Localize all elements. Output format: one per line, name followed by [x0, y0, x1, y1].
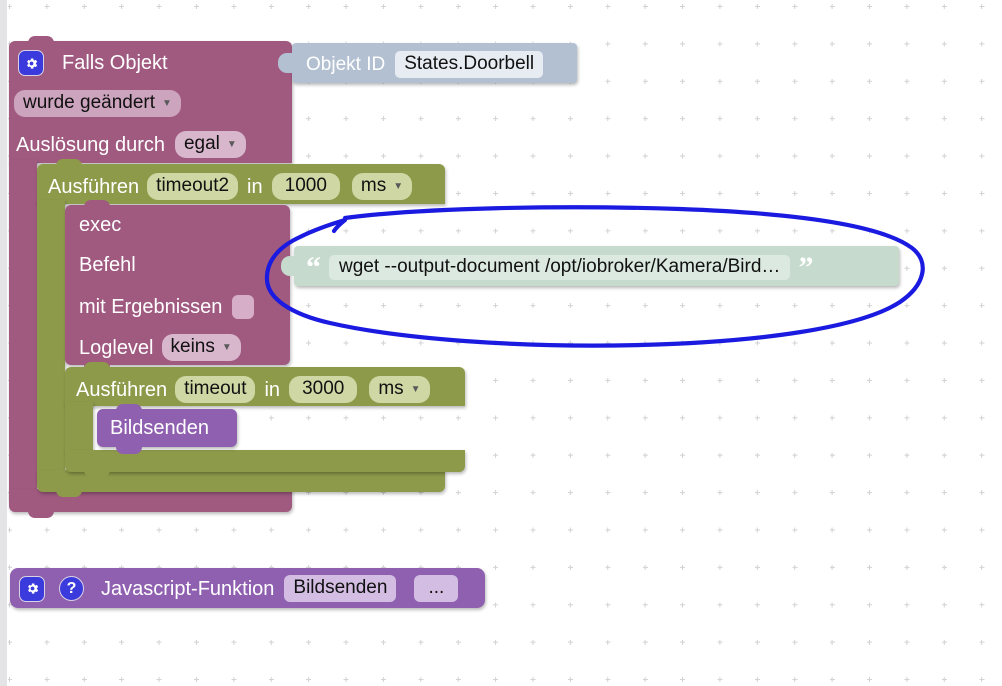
change-mode-dropdown[interactable]: wurde geändert ▼: [14, 90, 181, 117]
quote-close-icon: ”: [798, 250, 814, 284]
trigger-by-value: egal: [183, 133, 220, 154]
timeout-outer-name-field[interactable]: timeout2: [147, 173, 239, 200]
command-text-row: “ wget --output-document /opt/iobroker/K…: [306, 250, 814, 284]
timeout-outer-left-spine: [37, 200, 65, 480]
trigger-block-title-row: Falls Objekt: [18, 50, 168, 76]
exec-with-results-checkbox[interactable]: [232, 295, 255, 319]
call-function-bottom-notch: [116, 445, 142, 454]
javascript-function-label: Javascript-Funktion: [101, 577, 275, 600]
timeout-outer-unit-value: ms: [360, 175, 387, 196]
chevron-down-icon: ▼: [162, 97, 172, 109]
timeout-inner-name-field[interactable]: timeout: [175, 376, 256, 403]
gear-icon[interactable]: [18, 50, 44, 76]
object-id-value-block[interactable]: Objekt ID States.Doorbell: [292, 43, 577, 83]
timeout-inner-bottom-notch: [84, 468, 110, 477]
timeout-inner-delay-field[interactable]: 3000: [289, 376, 358, 403]
timeout-outer-in-label: in: [247, 175, 263, 198]
chevron-down-icon: ▼: [393, 180, 404, 192]
command-text-field[interactable]: wget --output-document /opt/iobroker/Kam…: [329, 255, 791, 280]
trigger-by-dropdown[interactable]: egal ▼: [174, 131, 246, 158]
javascript-function-more-button[interactable]: ...: [414, 575, 459, 602]
exec-title-row: exec: [79, 215, 121, 235]
timeout-inner-unit-dropdown[interactable]: ms ▼: [369, 376, 430, 403]
javascript-function-row: ? Javascript-Funktion Bildsenden ...: [19, 575, 459, 602]
timeout-outer-label: Ausführen: [48, 175, 140, 198]
exec-loglevel-value: keins: [170, 336, 215, 357]
exec-command-label: Befehl: [79, 254, 136, 276]
exec-command-row: Befehl: [79, 255, 136, 275]
timeout-inner-left-spine: [65, 402, 93, 452]
blockly-workspace[interactable]: Falls Objekt Objekt ID States.Doorbell w…: [0, 0, 1002, 686]
timeout-inner-in-label: in: [264, 378, 281, 401]
object-id-label: Objekt ID: [306, 53, 386, 75]
trigger-block-title: Falls Objekt: [62, 52, 168, 74]
trigger-by-label: Auslösung durch: [16, 133, 165, 156]
timeout-outer-top-notch: [56, 159, 82, 169]
call-function-top-notch: [116, 404, 142, 414]
timeout-inner-label: Ausführen: [76, 378, 168, 401]
help-icon[interactable]: ?: [59, 576, 84, 601]
object-id-puzzle-tab: [278, 53, 294, 73]
chevron-down-icon: ▼: [226, 138, 237, 150]
exec-with-results-row: mit Ergebnissen: [79, 295, 255, 319]
change-mode-value: wurde geändert: [23, 92, 156, 113]
call-function-row: Bildsenden: [110, 418, 209, 438]
exec-with-results-label: mit Ergebnissen: [79, 296, 223, 318]
chevron-down-icon: ▼: [410, 383, 421, 395]
chevron-down-icon: ▼: [221, 341, 232, 353]
exec-title: exec: [79, 214, 122, 236]
timeout-outer-row: Ausführen timeout2 in 1000 ms ▼: [48, 173, 413, 200]
quote-open-icon: “: [306, 250, 321, 284]
exec-block-top-notch: [84, 200, 110, 210]
gear-icon[interactable]: [19, 575, 45, 602]
timeout-outer-delay-field[interactable]: 1000: [271, 173, 340, 200]
command-text-block[interactable]: “ wget --output-document /opt/iobroker/K…: [294, 246, 899, 286]
timeout-inner-top-notch: [84, 362, 110, 372]
command-text-puzzle-tab: [281, 256, 297, 276]
javascript-function-name-field[interactable]: Bildsenden: [284, 575, 397, 602]
workspace-left-edge: [7, 0, 8, 686]
workspace-left-gutter: [0, 0, 7, 686]
exec-loglevel-label: Loglevel: [79, 336, 154, 359]
object-id-field[interactable]: States.Doorbell: [395, 51, 544, 78]
exec-loglevel-row: Loglevel keins ▼: [79, 334, 241, 361]
call-function-label: Bildsenden: [110, 417, 209, 439]
trigger-by-row: Auslösung durch egal ▼: [16, 131, 246, 158]
trigger-block-left-spine: [9, 160, 37, 500]
timeout-outer-bottom-notch: [56, 488, 82, 497]
timeout-inner-row: Ausführen timeout in 3000 ms ▼: [76, 376, 430, 403]
trigger-block-bottom-notch: [28, 508, 54, 518]
object-id-row: Objekt ID States.Doorbell: [306, 51, 544, 78]
timeout-inner-unit-value: ms: [378, 378, 404, 399]
timeout-outer-unit-dropdown[interactable]: ms ▼: [351, 173, 413, 200]
exec-loglevel-dropdown[interactable]: keins ▼: [161, 334, 241, 361]
trigger-block-top-notch: [28, 36, 54, 46]
change-mode-row: wurde geändert ▼: [14, 90, 181, 117]
